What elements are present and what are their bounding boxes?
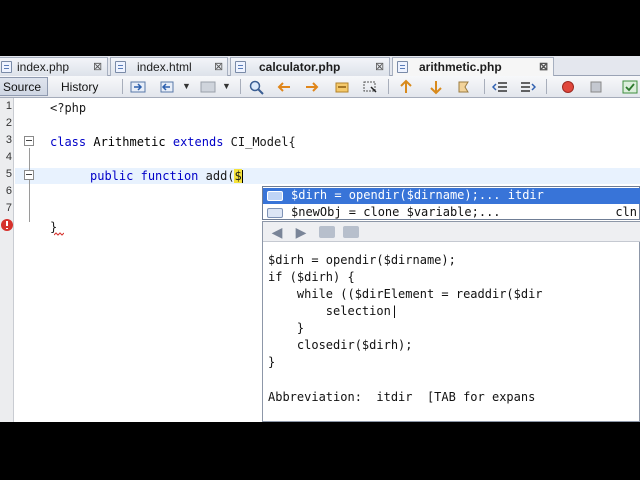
check-icon[interactable]	[622, 79, 638, 95]
code-line-5[interactable]: public function add($	[90, 169, 243, 183]
video-top-bar	[0, 0, 640, 56]
open-browser-icon[interactable]	[343, 226, 359, 238]
php-file-icon	[235, 61, 246, 73]
close-tab-icon[interactable]: ⊠	[375, 60, 384, 73]
editor-tab-strip: index.php ⊠ index.html ⊠ calculator.php …	[0, 56, 640, 76]
class-keyword: class	[50, 135, 87, 149]
doc-line: }	[268, 355, 276, 369]
completion-item-itdir[interactable]: $dirh = opendir($dirname);... itdir	[263, 188, 640, 204]
tab-calculator-php[interactable]: calculator.php ⊠	[230, 57, 390, 76]
php-file-icon	[397, 61, 408, 73]
shift-left-icon[interactable]	[492, 79, 508, 95]
code-template-icon	[267, 208, 283, 218]
line-number: 2	[5, 117, 12, 129]
open-source-icon[interactable]	[319, 226, 335, 238]
shift-right-icon[interactable]	[520, 79, 536, 95]
tab-index-php[interactable]: index.php ⊠	[0, 57, 108, 76]
abbreviation-hint: Abbreviation: itdir [TAB for expans	[268, 390, 536, 404]
last-edit-icon[interactable]	[130, 79, 146, 95]
next-bookmark-icon[interactable]	[428, 79, 444, 95]
documentation-popup: ◀ ▶ $dirh = opendir($dirname); if ($dirh…	[262, 221, 640, 422]
find-previous-icon[interactable]	[276, 79, 292, 95]
php-open-tag: <?php	[50, 101, 87, 115]
public-keyword: public	[90, 169, 134, 183]
start-macro-icon[interactable]	[560, 79, 576, 95]
extends-keyword: extends	[172, 135, 224, 149]
rectangle-selection-icon[interactable]	[362, 79, 378, 95]
completion-item-text: $newObj = clone $variable;...	[291, 205, 501, 219]
stop-macro-icon[interactable]	[588, 79, 604, 95]
code-line-3[interactable]: class Arithmetic extends CI_Model{	[50, 135, 296, 149]
toolbar-separator	[546, 79, 547, 94]
find-next-icon[interactable]	[304, 79, 320, 95]
doc-line: while (($dirElement = readdir($dir	[268, 287, 543, 301]
class-name: Arithmetic	[93, 135, 166, 149]
doc-line: selection|	[268, 304, 399, 318]
toolbar-separator	[388, 79, 389, 94]
ide-window: index.php ⊠ index.html ⊠ calculator.php …	[0, 56, 640, 422]
documentation-nav-bar: ◀ ▶	[263, 222, 640, 242]
error-marker-icon[interactable]	[0, 218, 14, 232]
html-file-icon	[115, 61, 126, 73]
toolbar-separator	[240, 79, 241, 94]
line-number: 1	[5, 100, 12, 112]
toolbar-separator	[484, 79, 485, 94]
function-signature: add($	[205, 169, 242, 183]
forward-arrow-icon[interactable]: ▶	[291, 225, 311, 239]
search-icon[interactable]	[248, 79, 264, 95]
toggle-bookmark-icon[interactable]	[456, 79, 472, 95]
previous-bookmark-icon[interactable]	[398, 79, 414, 95]
source-view-button[interactable]: Source	[0, 77, 48, 96]
back-arrow-icon[interactable]: ◀	[267, 225, 287, 239]
code-template-icon	[267, 191, 283, 201]
line-number: 5	[5, 168, 12, 180]
doc-line: if ($dirh) {	[268, 270, 355, 284]
completion-item-text: $dirh = opendir($dirname);... itdir	[291, 188, 544, 202]
code-line-1[interactable]: <?php	[50, 101, 86, 115]
php-file-icon	[1, 61, 12, 73]
close-tab-icon[interactable]: ⊠	[93, 60, 102, 73]
history-view-button[interactable]: History	[54, 77, 114, 96]
close-tab-icon[interactable]: ⊠	[539, 60, 548, 73]
line-number: 4	[5, 151, 12, 163]
tab-label: calculator.php	[259, 60, 341, 74]
tab-label: arithmetic.php	[419, 60, 502, 74]
video-bottom-bar	[0, 422, 640, 480]
line-number-gutter: 1 2 3 4 5 6 7	[0, 98, 14, 422]
toolbar-separator	[122, 79, 123, 94]
base-class-name: CI_Model{	[230, 135, 296, 149]
fold-collapse-icon[interactable]	[24, 170, 34, 180]
fold-collapse-icon[interactable]	[24, 136, 34, 146]
toggle-highlight-icon[interactable]	[334, 79, 350, 95]
completion-item-cln[interactable]: $newObj = clone $variable;... cln	[263, 205, 640, 221]
tab-index-html[interactable]: index.html ⊠	[110, 57, 228, 76]
back-icon[interactable]	[160, 79, 176, 95]
tab-label: index.html	[137, 60, 192, 74]
fold-guide	[29, 148, 30, 222]
close-tab-icon[interactable]: ⊠	[214, 60, 223, 73]
dropdown-arrow-icon[interactable]: ▼	[222, 81, 238, 97]
dropdown-arrow-icon[interactable]: ▼	[182, 81, 198, 97]
text-cursor	[241, 170, 243, 183]
tab-label: index.php	[17, 60, 70, 74]
doc-line: closedir($dirh);	[268, 338, 413, 352]
line-number: 3	[5, 134, 12, 146]
editor-toolbar: Source History ▼ ▼	[0, 76, 640, 98]
line-number: 6	[5, 185, 12, 197]
forward-icon[interactable]	[200, 79, 216, 95]
line-number: 7	[5, 202, 12, 214]
code-completion-popup: $dirh = opendir($dirname);... itdir $new…	[262, 186, 640, 220]
function-keyword: function	[140, 169, 199, 183]
tab-arithmetic-php[interactable]: arithmetic.php ⊠	[392, 57, 554, 76]
doc-line: }	[268, 321, 305, 335]
error-underline	[54, 232, 64, 236]
completion-abbreviation: cln	[615, 205, 637, 219]
doc-line: $dirh = opendir($dirname);	[268, 253, 456, 267]
